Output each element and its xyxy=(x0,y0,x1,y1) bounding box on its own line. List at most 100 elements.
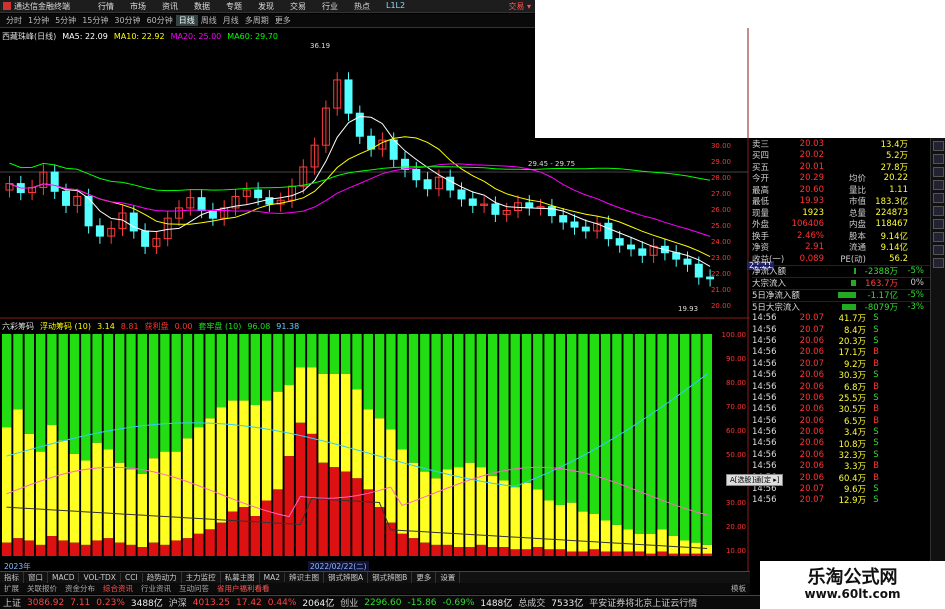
chip-bar-red xyxy=(341,471,351,556)
period-tab[interactable]: 多周期 xyxy=(242,15,272,26)
tool-icon[interactable] xyxy=(933,245,944,255)
tool-icon[interactable] xyxy=(933,154,944,164)
chip-bar-red xyxy=(680,553,690,556)
menu-item[interactable]: 市场 xyxy=(122,1,154,12)
tick-side: S xyxy=(873,370,879,381)
chip-bar-green xyxy=(397,334,407,450)
menu-item[interactable]: L1L2 xyxy=(378,1,413,12)
menu-item[interactable]: 热点 xyxy=(346,1,378,12)
indicator-tab[interactable]: 辨识主图 xyxy=(285,572,325,583)
period-tab[interactable]: 月线 xyxy=(220,15,242,26)
info-tab[interactable]: 省用户福利看看 xyxy=(213,583,274,594)
quote-value: 20.29 xyxy=(799,173,824,184)
tool-icon[interactable] xyxy=(933,206,944,216)
chip-bar-green xyxy=(567,334,577,503)
period-tab[interactable]: 5分钟 xyxy=(52,15,79,26)
info-tab[interactable]: 互动问答 xyxy=(175,583,213,594)
flow-bar xyxy=(810,292,856,298)
index-name[interactable]: 沪深 xyxy=(166,596,190,609)
quote-value: 1923 xyxy=(802,207,824,218)
tool-icon[interactable] xyxy=(933,193,944,203)
tick-row: 14:56 20.06 6.8万 B xyxy=(752,381,930,393)
indicator-tab[interactable]: VOL-TDX xyxy=(79,573,121,582)
indicator-tab[interactable]: 设置 xyxy=(436,572,461,583)
period-tab[interactable]: 周线 xyxy=(198,15,220,26)
chip-bar-green xyxy=(702,334,712,545)
period-tab[interactable]: 15分钟 xyxy=(79,15,111,26)
period-tab[interactable]: 1分钟 xyxy=(25,15,52,26)
indicator-tab[interactable]: MACD xyxy=(48,573,80,582)
menu-item[interactable]: 发现 xyxy=(250,1,282,12)
info-tab[interactable]: 综合资讯 xyxy=(99,583,137,594)
candle-body xyxy=(525,202,534,209)
sub-axis-label: 30.00 xyxy=(726,499,746,507)
indicator-tab[interactable]: 趋势动力 xyxy=(143,572,182,583)
indicator-tab[interactable]: 指标 xyxy=(0,572,24,583)
menu-item[interactable]: 行情 xyxy=(90,1,122,12)
indicator-tab[interactable]: MA2 xyxy=(260,573,286,582)
index-name[interactable]: 创业 xyxy=(337,596,361,609)
quote-value: 1.11 xyxy=(889,184,908,195)
quote-row: 净资 2.91 流通 9.14亿 xyxy=(752,242,930,253)
sub-axis-label: 20.00 xyxy=(726,523,746,531)
chip-bar-green xyxy=(510,334,520,488)
menu-item[interactable]: 专题 xyxy=(218,1,250,12)
chip-bar-red xyxy=(397,533,407,556)
period-tab[interactable]: 60分钟 xyxy=(144,15,176,26)
menu-item[interactable]: 数据 xyxy=(186,1,218,12)
chart-area[interactable]: 30.00 29.00 28.00 27.00 26.00 25.00 24.00 23.00… xyxy=(0,28,750,573)
candle-body xyxy=(604,222,613,240)
chip-bar-yellow xyxy=(318,373,328,463)
chip-bar-yellow xyxy=(657,529,667,552)
indicator-tab[interactable]: 主力监控 xyxy=(182,572,221,583)
chip-bar-yellow xyxy=(228,400,238,512)
chip-bar-yellow xyxy=(250,405,260,517)
quote-label: 今开 xyxy=(752,174,770,185)
indicator-tab[interactable]: 私募主图 xyxy=(221,572,260,583)
index-name[interactable]: 上证 xyxy=(0,596,24,609)
chip-bar-yellow xyxy=(182,438,193,539)
info-tab[interactable]: 扩展 xyxy=(0,583,23,594)
period-tab[interactable]: 30分钟 xyxy=(111,15,143,26)
indicator-tab[interactable]: CCI xyxy=(121,573,143,582)
news-ticker[interactable]: 平安证券将北京上证云行情 xyxy=(586,596,700,609)
chip-bar-red xyxy=(58,540,68,556)
indicator-tab[interactable]: 更多 xyxy=(412,572,437,583)
menu-item[interactable]: 资讯 xyxy=(154,1,186,12)
tool-icon[interactable] xyxy=(933,167,944,177)
period-tab[interactable]: 分时 xyxy=(3,15,25,26)
tick-price: 20.06 xyxy=(799,415,824,426)
stock-select-popup[interactable]: A[选股]通[定 ▸] xyxy=(726,474,784,486)
tick-time: 14:56 xyxy=(752,347,777,358)
chip-bar-green xyxy=(352,334,362,390)
tick-volume: 41.7万 xyxy=(838,314,866,325)
info-tab[interactable]: 关联报价 xyxy=(23,583,61,594)
tool-icon[interactable] xyxy=(933,232,944,242)
tool-icon[interactable] xyxy=(933,141,944,151)
kline-chart[interactable]: 30.00 29.00 28.00 27.00 26.00 25.00 24.00 23.00… xyxy=(0,28,750,573)
indicator-tab[interactable]: 窗口 xyxy=(24,572,48,583)
info-tab[interactable]: 资金分布 xyxy=(61,583,99,594)
chip-bar-green xyxy=(442,334,453,470)
period-tab[interactable]: 更多 xyxy=(272,15,294,26)
tool-icon[interactable] xyxy=(933,180,944,190)
candle-body xyxy=(672,252,681,260)
candle-body xyxy=(141,230,150,247)
tick-price: 20.06 xyxy=(799,449,824,460)
quote-label: 买四 xyxy=(752,151,770,162)
indicator-tab[interactable]: 钢式辨图A xyxy=(324,572,369,583)
tool-icon[interactable] xyxy=(933,258,944,268)
period-tab[interactable]: 日线 xyxy=(175,15,198,26)
indicator-tab[interactable]: 钢式辨图B xyxy=(368,572,413,583)
price-axis-label: 25.00 xyxy=(711,222,731,230)
chip-bar-yellow xyxy=(600,520,611,552)
info-tab[interactable]: 行业资讯 xyxy=(137,583,175,594)
template-tab[interactable]: 模板 xyxy=(727,583,750,594)
tick-volume: 25.5万 xyxy=(838,393,866,404)
range-label: 29.45 - 29.75 xyxy=(528,160,575,168)
chip-bar-red xyxy=(182,538,193,556)
menu-item[interactable]: 行业 xyxy=(314,1,346,12)
tool-icon[interactable] xyxy=(933,219,944,229)
menu-item[interactable]: 交易 xyxy=(282,1,314,12)
trade-login-button[interactable]: 交易 ▾ xyxy=(508,1,531,12)
